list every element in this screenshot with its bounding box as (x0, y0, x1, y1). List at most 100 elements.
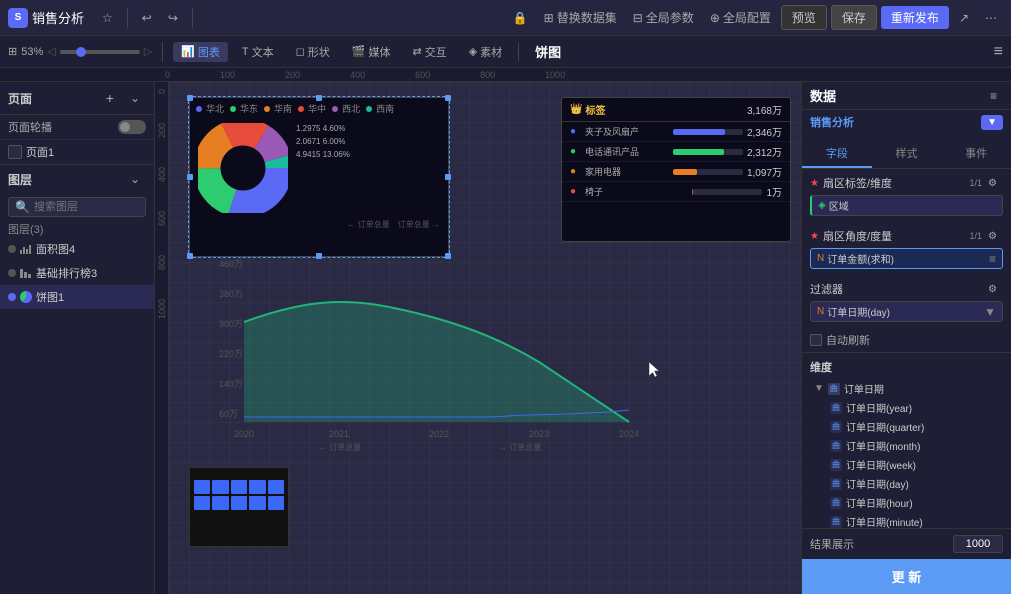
rp-tab-event[interactable]: 事件 (941, 140, 1011, 168)
ruler-tick-0: 0 (165, 70, 170, 81)
pie-svg (198, 123, 288, 213)
result-input[interactable] (953, 535, 1003, 553)
sep4 (518, 43, 519, 61)
sel-handle-mr[interactable] (445, 174, 451, 180)
thumbnail-panel (189, 467, 289, 547)
zoom-label: 53% (21, 46, 43, 58)
svg-text:2024: 2024 (619, 429, 639, 439)
segment-label-field-badge[interactable]: ◈ 区域 (810, 195, 1003, 216)
dim-sub-item[interactable]: 曲 订单日期(day) (830, 474, 1003, 493)
layer-item-bar[interactable]: 基础排行榜3 (0, 261, 154, 285)
svg-text:2023: 2023 (529, 429, 549, 439)
redo-button[interactable]: ↪ (162, 9, 184, 27)
preview-button[interactable]: 预览 (781, 5, 827, 30)
shape-type-btn[interactable]: ◻ 形状 (288, 42, 338, 62)
page1-item[interactable]: 页面1 (0, 140, 154, 164)
dim-sub-item[interactable]: 曲 订单日期(week) (830, 455, 1003, 474)
media-type-btn[interactable]: 🎬 媒体 (344, 42, 399, 62)
segment-label-edit-btn[interactable]: ⚙ (982, 176, 1003, 191)
sel-handle-tl[interactable] (187, 95, 193, 101)
cat-value-group: 1,097万 (673, 164, 782, 179)
cat-name: 夹子及风扇产 (585, 125, 639, 138)
cat-name: 家用电器 (585, 165, 621, 178)
ruler-v-tick-600: 600 (157, 209, 167, 228)
dim-sub-item[interactable]: 曲 订单日期(minute) (830, 512, 1003, 528)
segment-angle-title: 扇区角度/度量 (819, 228, 970, 244)
replace-data-button[interactable]: ⊞ 替换数据集 (538, 7, 623, 28)
rp-segment-label-section: ★ 扇区标签/维度 1/1 ⚙ ◈ 区域 (802, 169, 1011, 222)
ruler-tick-600: 600 (415, 70, 430, 81)
material-type-btn[interactable]: ◈ 素材 (461, 42, 510, 62)
zoom-slider[interactable] (60, 50, 140, 54)
layer-item-area[interactable]: 面积图4 (0, 237, 154, 261)
publish-button[interactable]: 重新发布 (881, 6, 949, 29)
interaction-type-btn[interactable]: ⇄ 交互 (404, 42, 454, 62)
global-config-button[interactable]: ⊕ 全局配置 (704, 7, 777, 28)
layers-header: 图层 ⌄ (0, 165, 154, 193)
right-panel-header-controls: ≡ (984, 87, 1003, 105)
rp-tab-style[interactable]: 样式 (872, 140, 942, 168)
pie-chart-panel[interactable]: 华北 华东 华南 华中 西北 西南 (189, 97, 449, 257)
rp-tab-field[interactable]: 字段 (802, 140, 872, 168)
sel-handle-tr[interactable] (445, 95, 451, 101)
chart-type-btn[interactable]: 📊 图表 (173, 42, 228, 62)
dim-sub-item[interactable]: 曲 订单日期(hour) (830, 493, 1003, 512)
panel-more-btn[interactable]: ≡ (994, 43, 1003, 61)
layer-item-pie[interactable]: 饼图1 (0, 285, 154, 309)
rp-header-btn1[interactable]: ≡ (984, 87, 1003, 105)
thumb-cell-10 (268, 496, 284, 510)
collapse-layers-btn[interactable]: ⌄ (124, 170, 146, 188)
undo-button[interactable]: ↩ (136, 9, 158, 27)
segment-angle-edit-btn[interactable]: ⚙ (982, 229, 1003, 244)
more-button[interactable]: ⋯ (979, 9, 1003, 27)
layer-search-input[interactable] (34, 201, 139, 213)
filter-edit-btn[interactable]: ⚙ (982, 282, 1003, 297)
layer-icon-pie (20, 291, 32, 303)
dim-sub-item[interactable]: 曲 订单日期(quarter) (830, 417, 1003, 436)
dim-sub-icon: 曲 (830, 459, 842, 471)
result-row: 结果展示 (802, 528, 1011, 559)
page-roll-toggle[interactable] (118, 120, 146, 134)
layers-section: 图层 ⌄ 🔍 图层(3) 面积图4 (0, 164, 154, 594)
layer-search-box[interactable]: 🔍 (8, 197, 146, 217)
rp-scroll-area[interactable]: ★ 扇区标签/维度 1/1 ⚙ ◈ 区域 ★ 扇区角度/度量 1/1 ⚙ (802, 169, 1011, 528)
global-param-button[interactable]: ⊟ 全局参数 (627, 7, 700, 28)
ruler-vertical: 0 200 400 600 800 1000 (155, 82, 169, 594)
cat-bar-bg (673, 149, 743, 155)
cat-name: 椅子 (585, 185, 603, 198)
dim-sub-icon: 曲 (830, 440, 842, 452)
chart-icon: 📊 (181, 45, 195, 58)
dim-expand-icon[interactable]: ▼ (814, 383, 824, 394)
thumb-cell-4 (249, 480, 265, 494)
filter-chip[interactable]: N 订单日期(day) ▼ (810, 301, 1003, 322)
dim-sub-item[interactable]: 曲 订单日期(year) (830, 398, 1003, 417)
auto-refresh-row[interactable]: 自动刷新 (802, 328, 1011, 352)
sep1 (127, 8, 128, 28)
segment-angle-menu-icon: ≡ (989, 252, 996, 266)
page-menu-btn[interactable]: ⌄ (124, 88, 146, 108)
ranking-table-panel[interactable]: 👑 标签 3,168万 ● 夹子及风扇产 2,346万 (561, 97, 791, 242)
auto-refresh-checkbox[interactable] (810, 334, 822, 346)
rp-data-select-btn[interactable]: ▼ (981, 115, 1003, 130)
dim-item-order-date[interactable]: ▼ 曲 订单日期 (814, 379, 1003, 398)
external-link-button[interactable]: ↗ (953, 9, 975, 27)
sel-handle-tc[interactable] (316, 95, 322, 101)
text-type-btn[interactable]: T 文本 (234, 42, 282, 62)
ruler-tick-800: 800 (480, 70, 495, 81)
save-button[interactable]: 保存 (831, 5, 877, 30)
update-button[interactable]: 更 新 (802, 559, 1011, 594)
segment-angle-field-badge[interactable]: N 订单金额(求和) ≡ (810, 248, 1003, 269)
star-button[interactable]: ☆ (96, 9, 119, 27)
dim-sub-item[interactable]: 曲 订单日期(month) (830, 436, 1003, 455)
left-sidebar: 页面 + ⌄ 页面轮播 页面1 图层 ⌄ 🔍 (0, 82, 155, 594)
toolbar-right: 🔒 ⊞ 替换数据集 ⊟ 全局参数 ⊕ 全局配置 预览 保存 重新发布 ↗ ⋯ (507, 5, 1003, 30)
top-toolbar: S 销售分析 ☆ ↩ ↪ 🔒 ⊞ 替换数据集 ⊟ 全局参数 ⊕ 全局配置 预览 … (0, 0, 1011, 36)
add-page-btn[interactable]: + (100, 88, 120, 108)
layer-icon-bar (20, 269, 32, 278)
line-chart-panel[interactable]: 460万 380万 300万 220万 140万 60万 (189, 252, 639, 452)
right-panel-title: 数据 (810, 86, 836, 105)
lock-button[interactable]: 🔒 (507, 9, 534, 27)
canvas-area[interactable]: 0 200 400 600 800 1000 (155, 82, 801, 594)
sel-handle-ml[interactable] (187, 174, 193, 180)
dim-sub-label: 订单日期(day) (846, 476, 909, 491)
